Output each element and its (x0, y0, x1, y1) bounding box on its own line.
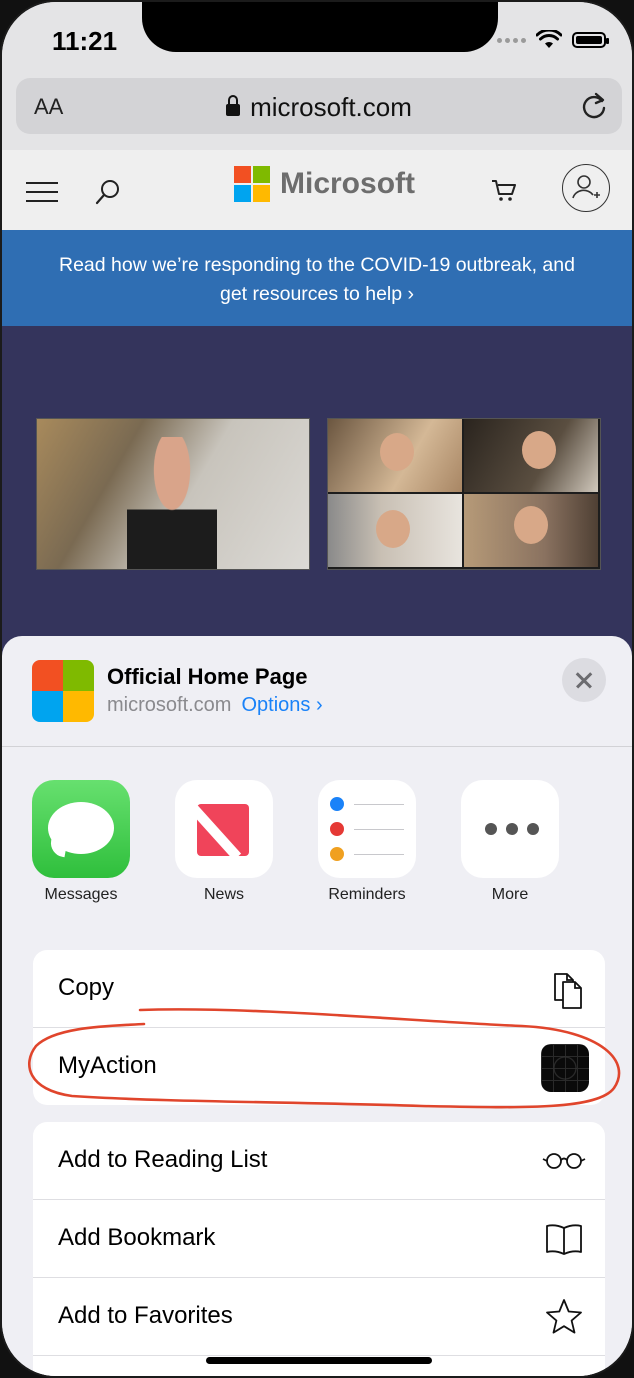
video-tile (328, 419, 462, 492)
lock-icon (226, 95, 241, 116)
home-indicator[interactable] (206, 1357, 432, 1364)
book-icon (546, 1224, 582, 1255)
site-favicon-icon (32, 660, 94, 722)
menu-icon[interactable] (26, 182, 58, 209)
microsoft-logo[interactable]: Microsoft (234, 166, 415, 202)
status-time: 11:21 (52, 26, 118, 56)
share-app-row: Messages News Reminders More (2, 780, 632, 910)
video-call-image-single (36, 418, 310, 570)
share-app-reminders[interactable]: Reminders (307, 780, 427, 904)
myaction-icon (541, 1044, 589, 1092)
action-label: Add Bookmark (58, 1224, 216, 1251)
video-tile (464, 494, 598, 567)
share-sheet-header: Official Home Page microsoft.com Options … (2, 636, 632, 747)
action-add-to-reading-list[interactable]: Add to Reading List (33, 1122, 605, 1200)
microsoft-logo-icon (234, 166, 270, 202)
app-label: Reminders (328, 886, 406, 903)
close-button[interactable] (562, 658, 606, 702)
wifi-icon (536, 30, 562, 48)
action-label: Add to Reading List (58, 1146, 268, 1173)
brand-name: Microsoft (280, 167, 415, 200)
news-icon (175, 780, 273, 878)
banner-line-1: Read how we’re responding to the COVID-1… (59, 254, 575, 276)
status-bar: 11:21 (2, 2, 632, 74)
safari-toolbar: AA microsoft.com (2, 74, 632, 151)
action-add-to-favorites[interactable]: Add to Favorites (33, 1278, 605, 1356)
domain-text: microsoft.com (250, 92, 412, 122)
cellular-signal-icon (497, 37, 526, 43)
share-domain: microsoft.com (107, 694, 232, 716)
action-label: Copy (58, 974, 115, 1001)
app-label: News (203, 886, 244, 903)
messages-icon (32, 780, 130, 878)
account-icon[interactable] (562, 164, 610, 212)
search-icon[interactable] (94, 178, 122, 206)
person-add-icon (572, 175, 600, 199)
reload-icon[interactable] (580, 90, 608, 120)
action-add-bookmark[interactable]: Add Bookmark (33, 1200, 605, 1278)
covid-banner[interactable]: Read how we’re responding to the COVID-1… (2, 230, 632, 326)
status-icons (497, 30, 609, 50)
action-myaction[interactable]: MyAction (33, 1028, 605, 1105)
video-tile (328, 494, 462, 567)
address-domain[interactable]: microsoft.com (16, 92, 622, 123)
share-app-messages[interactable]: Messages (21, 780, 141, 904)
share-app-news[interactable]: News (164, 780, 284, 904)
more-icon (461, 780, 559, 878)
address-bar[interactable]: AA microsoft.com (16, 78, 622, 134)
action-label: MyAction (58, 1052, 157, 1079)
glasses-icon (542, 1153, 586, 1169)
share-actions-group-1: Copy MyAction (33, 950, 605, 1105)
video-call-image-grid (327, 418, 601, 570)
banner-line-2: get resources to help › (219, 283, 415, 305)
share-actions-group-2: Add to Reading List Add Bookmark Add to … (33, 1122, 605, 1376)
star-icon (546, 1299, 582, 1334)
share-subtitle: microsoft.com Options › (107, 694, 323, 717)
share-sheet: Official Home Page microsoft.com Options … (2, 636, 632, 1376)
app-label: Messages (44, 886, 118, 903)
action-label: Add to Favorites (58, 1302, 233, 1329)
device-notch (142, 2, 498, 52)
person-figure (127, 437, 217, 569)
reminders-icon (318, 780, 416, 878)
cart-icon[interactable] (490, 178, 518, 202)
share-title: Official Home Page (107, 664, 308, 689)
phone-screen: 11:21 AA microsoft.com Microsoft Read ho… (0, 0, 634, 1378)
options-link[interactable]: Options › (241, 694, 322, 716)
hero-section (2, 326, 632, 686)
action-copy[interactable]: Copy (33, 950, 605, 1028)
app-label: More (491, 886, 529, 903)
battery-icon (572, 32, 609, 48)
share-app-more[interactable]: More (450, 780, 570, 904)
site-header: Microsoft (2, 150, 632, 230)
video-tile (464, 419, 598, 492)
copy-icon (554, 973, 582, 1009)
